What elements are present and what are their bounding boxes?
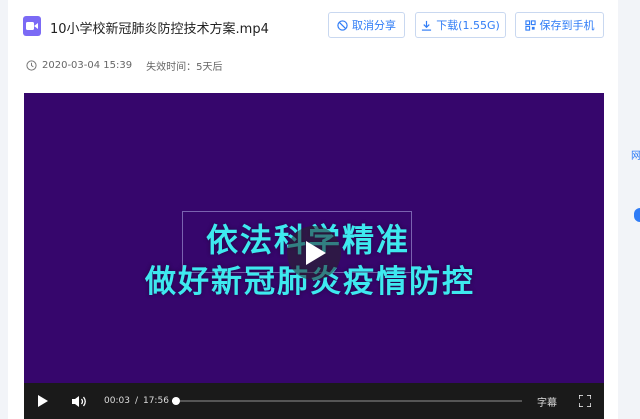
qrcode-icon	[524, 19, 536, 31]
progress-handle[interactable]	[172, 397, 180, 405]
volume-icon	[72, 395, 86, 407]
time-display: 00:03 / 17:56	[104, 383, 169, 419]
save-to-phone-button[interactable]: 保存到手机	[515, 12, 604, 38]
video-player[interactable]: 依法科学精准 做好新冠肺炎疫情防控 00:03 / 17:56 字幕	[24, 93, 604, 419]
subtitle-button[interactable]: 字幕	[537, 383, 557, 419]
duration: 17:56	[142, 396, 169, 406]
download-label: 下载(1.55G)	[436, 19, 500, 32]
volume-button[interactable]	[72, 383, 88, 419]
expire-value: 5天后	[196, 62, 223, 73]
side-panel-text[interactable]: 网	[631, 147, 640, 162]
play-icon	[38, 395, 48, 407]
cancel-share-label: 取消分享	[352, 19, 396, 32]
save-to-phone-label: 保存到手机	[539, 19, 595, 32]
time-separator: /	[134, 396, 138, 406]
play-pause-button[interactable]	[38, 383, 48, 419]
file-meta: 2020-03-04 15:39 失效时间： 5天后	[26, 58, 223, 73]
side-panel-indicator[interactable]	[634, 208, 640, 222]
cancel-icon	[337, 19, 348, 31]
current-time: 00:03	[104, 396, 130, 406]
cancel-share-button[interactable]: 取消分享	[328, 12, 405, 38]
video-frame[interactable]: 依法科学精准 做好新冠肺炎疫情防控	[24, 93, 604, 383]
video-file-icon	[23, 16, 41, 36]
center-play-button[interactable]	[287, 226, 341, 280]
fullscreen-icon	[579, 395, 591, 407]
expire-label: 失效时间：	[146, 62, 197, 73]
play-icon	[306, 241, 326, 265]
fullscreen-button[interactable]	[579, 383, 591, 419]
clock-icon	[26, 60, 37, 71]
share-date: 2020-03-04 15:39	[42, 60, 133, 71]
player-controls: 00:03 / 17:56 字幕	[24, 383, 604, 419]
file-title: 10小学校新冠肺炎防控技术方案.mp4	[50, 22, 269, 37]
progress-bar[interactable]	[172, 397, 522, 405]
download-button[interactable]: 下载(1.55G)	[415, 12, 506, 38]
download-icon	[422, 20, 432, 31]
